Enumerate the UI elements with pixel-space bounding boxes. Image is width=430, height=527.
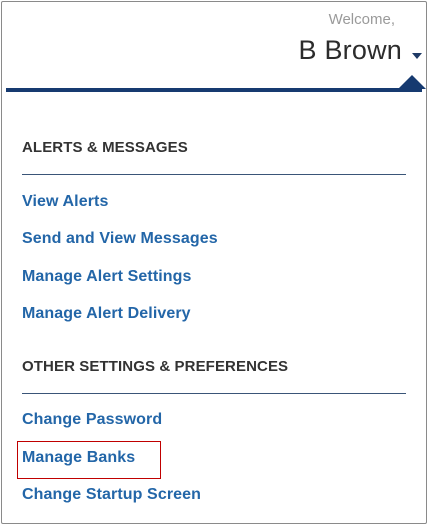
- username-label: B Brown: [298, 35, 402, 65]
- section-divider: [22, 393, 406, 394]
- caret-down-icon: [412, 52, 422, 59]
- menu-link-send-view-messages[interactable]: Send and View Messages: [22, 230, 218, 248]
- menu-link-view-alerts[interactable]: View Alerts: [22, 193, 108, 211]
- user-menu-dropdown: Welcome, B Brown ALERTS & MESSAGES View …: [1, 1, 427, 524]
- menu-link-manage-banks[interactable]: Manage Banks: [22, 449, 135, 467]
- dropdown-pointer: [398, 75, 426, 89]
- menu-link-manage-alert-settings[interactable]: Manage Alert Settings: [22, 268, 192, 286]
- section-heading-other-settings: OTHER SETTINGS & PREFERENCES: [22, 358, 289, 375]
- header-divider-bar: [6, 88, 422, 92]
- user-menu-toggle[interactable]: B Brown: [299, 35, 422, 66]
- welcome-label: Welcome,: [328, 11, 395, 28]
- menu-link-change-startup-screen[interactable]: Change Startup Screen: [22, 486, 201, 504]
- menu-link-change-password[interactable]: Change Password: [22, 411, 162, 429]
- section-heading-alerts-messages: ALERTS & MESSAGES: [22, 139, 188, 156]
- section-divider: [22, 174, 406, 175]
- menu-link-manage-alert-delivery[interactable]: Manage Alert Delivery: [22, 305, 191, 323]
- user-menu-header: Welcome, B Brown: [2, 2, 426, 92]
